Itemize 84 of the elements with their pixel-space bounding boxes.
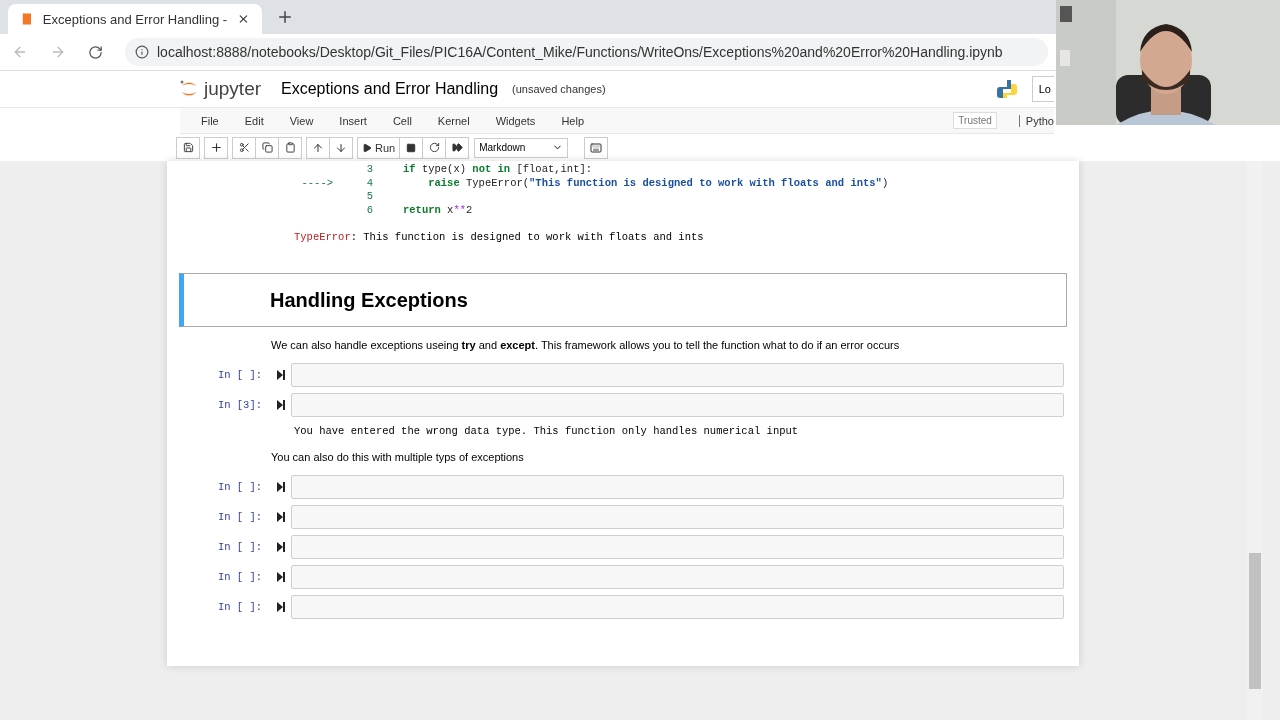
paste-button[interactable]: [278, 136, 302, 159]
cut-button[interactable]: [232, 136, 256, 159]
code-input-field[interactable]: [291, 535, 1064, 559]
tab-title: Exceptions and Error Handling -: [42, 11, 228, 27]
fast-forward-icon: [451, 142, 463, 153]
menu-item[interactable]: Widgets: [482, 114, 549, 127]
menu-item[interactable]: File: [188, 114, 232, 127]
run-all-button[interactable]: [445, 136, 470, 159]
input-prompt: In [ ]:: [216, 481, 262, 493]
input-prompt: In [ ]:: [216, 511, 262, 523]
cell-output: You have entered the wrong data type. This function only handles numerical input: [293, 425, 800, 437]
code-line: raise TypeError("This function is designed to work with floats and ints"): [427, 176, 889, 190]
new-tab-icon[interactable]: [276, 8, 294, 26]
code-line: if type(x) not in [float,int]:: [403, 163, 593, 177]
browser-tab[interactable]: Exceptions and Error Handling -: [8, 4, 262, 34]
save-status: (unsaved changes): [512, 83, 607, 95]
move-up-button[interactable]: [306, 136, 330, 159]
copy-icon: [261, 142, 273, 153]
info-icon: [135, 45, 149, 59]
arrow-up-icon: [312, 141, 324, 154]
play-icon: [362, 142, 372, 153]
run-button[interactable]: Run: [357, 136, 401, 159]
python-logo-icon: [995, 78, 1018, 100]
code-line: return x**2: [403, 203, 473, 217]
input-prompt: In [ ]:: [216, 601, 262, 613]
input-prompt: In [ ]:: [216, 541, 262, 553]
run-cell-icon[interactable]: [277, 572, 285, 582]
run-cell-icon[interactable]: [277, 482, 285, 492]
logo-text[interactable]: jupyter: [204, 78, 262, 100]
address-bar[interactable]: localhost:8888/notebooks/Desktop/Git_Files/PIC16A/Content_Mike/Functions/WriteOns/Exceptions%20and%20Error%20Handling.ipynb: [125, 38, 1048, 66]
menu-item[interactable]: Help: [548, 114, 597, 127]
stop-button[interactable]: [399, 136, 424, 159]
plus-icon: [209, 141, 223, 154]
line-number: 6: [365, 203, 374, 217]
menu-item[interactable]: Insert: [326, 114, 380, 127]
url-text: localhost:8888/notebooks/Desktop/Git_Files/PIC16A/Content_Mike/Functions/WriteOns/Exceptions%20and%20Error%20Handling.ipynb: [157, 44, 1003, 60]
run-cell-icon[interactable]: [277, 400, 285, 410]
notebook-icon: [20, 12, 33, 26]
code-input-field[interactable]: [291, 505, 1064, 529]
menu-item[interactable]: Kernel: [424, 114, 483, 127]
run-cell-icon[interactable]: [277, 512, 285, 522]
code-input-field[interactable]: [291, 393, 1064, 417]
error-message: TypeError: This function is designed to work with floats and ints: [294, 231, 705, 243]
clipboard-icon: [284, 142, 296, 153]
run-cell-icon[interactable]: [277, 602, 285, 612]
add-cell-button[interactable]: [204, 136, 228, 159]
save-button[interactable]: [176, 136, 200, 159]
line-number: 5: [365, 190, 374, 204]
markdown-text: We can also handle exceptions useing try and except. This framework allows you to tell the function what to do if an error occurs: [270, 339, 901, 351]
copy-button[interactable]: [255, 136, 279, 159]
code-input-field[interactable]: [291, 595, 1064, 619]
close-icon[interactable]: [237, 12, 250, 26]
menu-item[interactable]: View: [276, 114, 327, 127]
menu-item[interactable]: Cell: [379, 114, 425, 127]
run-cell-icon[interactable]: [277, 370, 285, 380]
heading-cell[interactable]: Handling Exceptions: [179, 273, 1067, 327]
input-prompt: In [ ]:: [216, 369, 262, 381]
menu-item[interactable]: Edit: [231, 114, 277, 127]
markdown-text: You can also do this with multiple typs of exceptions: [270, 451, 525, 463]
code-input-field[interactable]: [291, 565, 1064, 589]
move-down-button[interactable]: [329, 136, 353, 159]
cell-type-dropdown[interactable]: Markdown: [474, 137, 569, 158]
keyboard-icon: [590, 141, 603, 154]
code-input-field[interactable]: [291, 475, 1064, 499]
code-input-field[interactable]: [291, 363, 1064, 387]
trusted-indicator[interactable]: Trusted: [953, 112, 997, 129]
reload-icon[interactable]: [88, 44, 103, 60]
stop-icon: [406, 142, 417, 153]
arrow-down-icon: [335, 141, 347, 154]
scissors-icon: [238, 142, 250, 153]
line-number: 3: [365, 163, 374, 177]
arrow-marker: ---->: [300, 176, 333, 190]
run-cell-icon[interactable]: [277, 542, 285, 552]
logout-button[interactable]: Lo: [1031, 76, 1054, 102]
line-number: 4: [365, 176, 374, 190]
notebook-title[interactable]: Exceptions and Error Handling: [281, 80, 499, 98]
input-prompt: In [ ]:: [216, 571, 262, 583]
input-prompt: In [3]:: [216, 399, 262, 411]
kernel-name: Pytho: [1018, 114, 1054, 127]
keyboard-button[interactable]: [584, 136, 609, 159]
restart-icon: [428, 142, 440, 153]
section-heading: Handling Exceptions: [270, 288, 468, 312]
save-icon: [182, 142, 194, 153]
restart-button[interactable]: [422, 136, 447, 159]
